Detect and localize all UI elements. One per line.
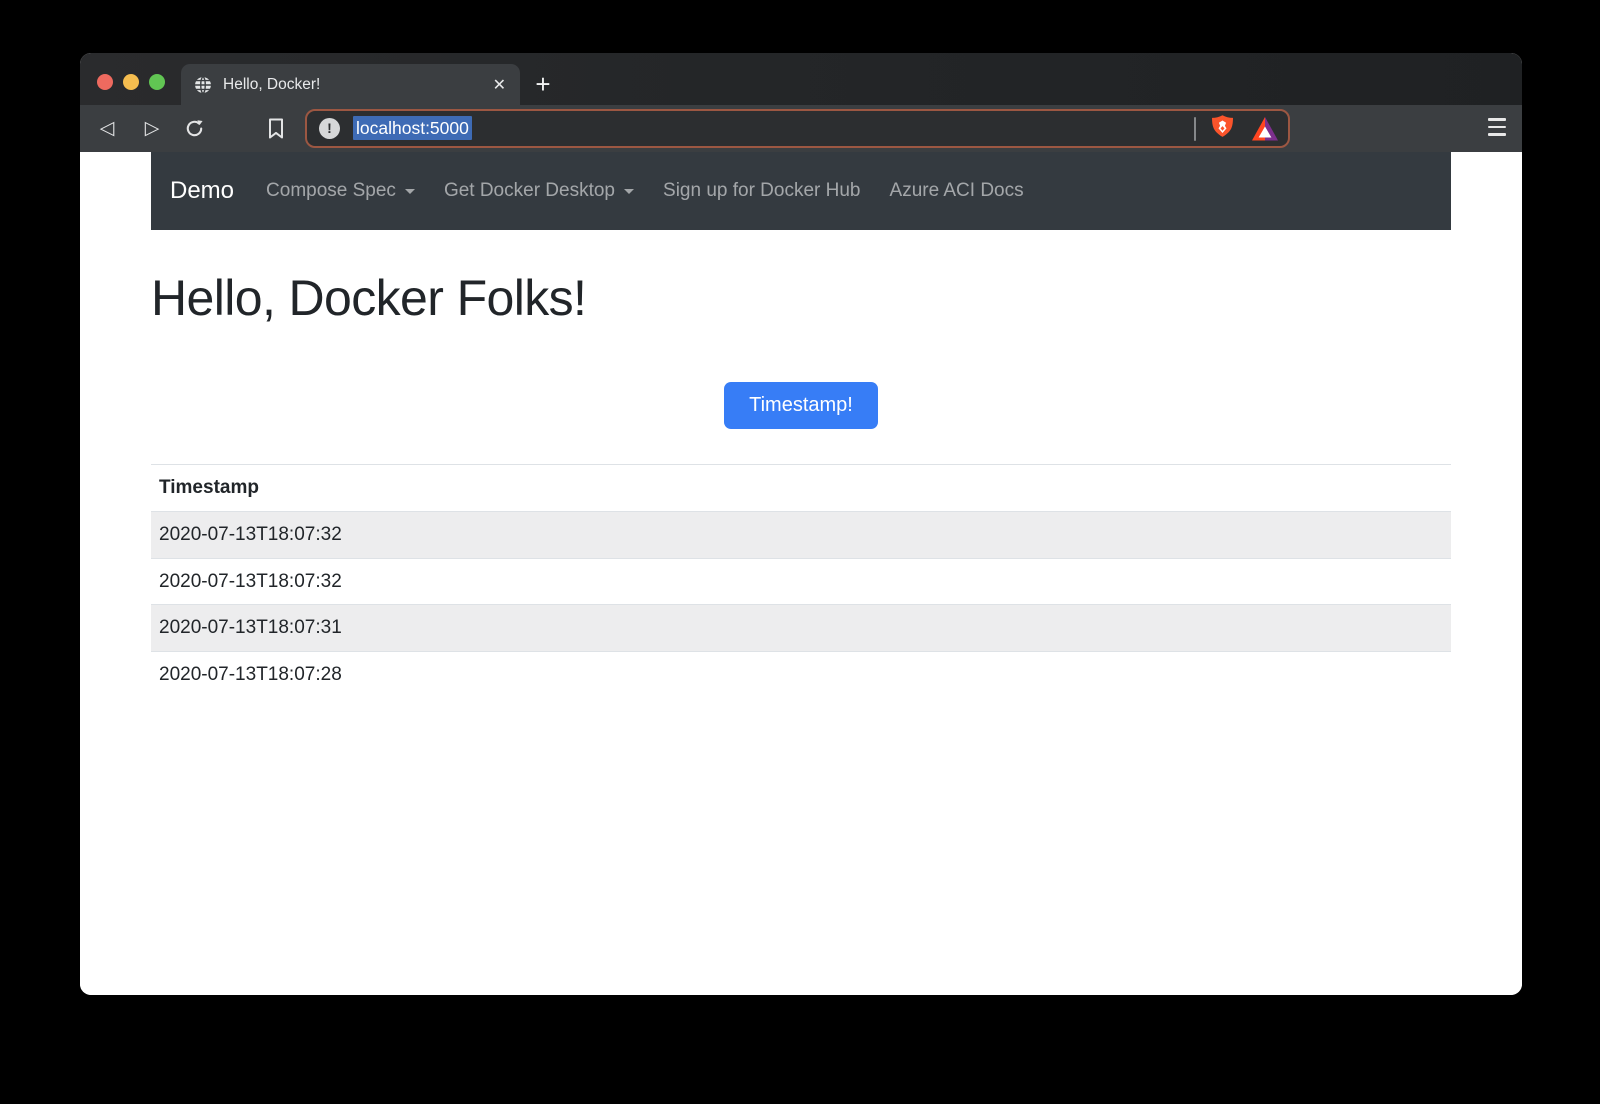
forward-icon[interactable]: ▷ [139, 105, 165, 152]
brave-shield-icon[interactable] [1209, 114, 1236, 144]
timestamp-button[interactable]: Timestamp! [724, 382, 878, 429]
table-header-row: Timestamp [151, 465, 1451, 512]
nav-item-label: Azure ACI Docs [890, 180, 1024, 202]
table-header-timestamp: Timestamp [151, 465, 1451, 512]
back-icon[interactable]: ◁ [94, 105, 120, 152]
page-viewport: Demo Compose Spec Get Docker Desktop Sig… [80, 152, 1522, 995]
button-row: Timestamp! [151, 382, 1451, 429]
traffic-lights [97, 74, 165, 90]
nav-item-label: Compose Spec [266, 180, 396, 202]
bookmark-icon[interactable] [263, 105, 289, 152]
address-bar-divider [1194, 117, 1196, 141]
nav-item-sign-up-docker-hub[interactable]: Sign up for Docker Hub [663, 180, 861, 202]
table-row: 2020-07-13T18:07:31 [151, 605, 1451, 652]
timestamp-table-wrap: Timestamp 2020-07-13T18:07:32 2020-07-13… [151, 464, 1451, 698]
timestamp-table: Timestamp 2020-07-13T18:07:32 2020-07-13… [151, 464, 1451, 698]
site-warning-icon[interactable]: ! [319, 118, 340, 139]
timestamp-cell: 2020-07-13T18:07:28 [151, 652, 1451, 698]
close-window-button[interactable] [97, 74, 113, 90]
bat-rewards-icon[interactable] [1251, 116, 1279, 142]
page-title: Hello, Docker Folks! [151, 268, 1451, 328]
title-bar: Hello, Docker! ✕ + [80, 53, 1522, 105]
browser-toolbar: ◁ ▷ ! localhost:5000 [80, 105, 1522, 152]
caret-down-icon [405, 189, 415, 194]
nav-item-get-docker-desktop[interactable]: Get Docker Desktop [444, 180, 634, 202]
nav-item-compose-spec[interactable]: Compose Spec [266, 180, 415, 202]
caret-down-icon [624, 189, 634, 194]
navbar-brand[interactable]: Demo [170, 177, 234, 205]
timestamp-cell: 2020-07-13T18:07:32 [151, 511, 1451, 558]
reload-icon[interactable] [181, 105, 207, 152]
timestamp-cell: 2020-07-13T18:07:32 [151, 558, 1451, 605]
browser-tab[interactable]: Hello, Docker! ✕ [181, 64, 520, 105]
close-tab-icon[interactable]: ✕ [491, 75, 508, 95]
table-row: 2020-07-13T18:07:32 [151, 511, 1451, 558]
address-bar[interactable]: ! localhost:5000 [305, 109, 1290, 148]
minimize-window-button[interactable] [123, 74, 139, 90]
table-row: 2020-07-13T18:07:28 [151, 652, 1451, 698]
browser-window: Hello, Docker! ✕ + ◁ ▷ ! localhost:5000 [80, 53, 1522, 995]
new-tab-button[interactable]: + [523, 64, 563, 105]
nav-item-azure-aci-docs[interactable]: Azure ACI Docs [890, 180, 1024, 202]
url-selected-text: localhost:5000 [353, 116, 472, 140]
tab-title: Hello, Docker! [223, 76, 491, 94]
globe-icon [193, 75, 213, 95]
timestamp-cell: 2020-07-13T18:07:31 [151, 605, 1451, 652]
page-container: Demo Compose Spec Get Docker Desktop Sig… [151, 152, 1451, 698]
nav-item-label: Get Docker Desktop [444, 180, 615, 202]
table-row: 2020-07-13T18:07:32 [151, 558, 1451, 605]
url-text[interactable]: localhost:5000 [353, 118, 472, 139]
menu-icon[interactable] [1488, 118, 1506, 136]
site-navbar: Demo Compose Spec Get Docker Desktop Sig… [151, 152, 1451, 230]
zoom-window-button[interactable] [149, 74, 165, 90]
nav-item-label: Sign up for Docker Hub [663, 180, 861, 202]
